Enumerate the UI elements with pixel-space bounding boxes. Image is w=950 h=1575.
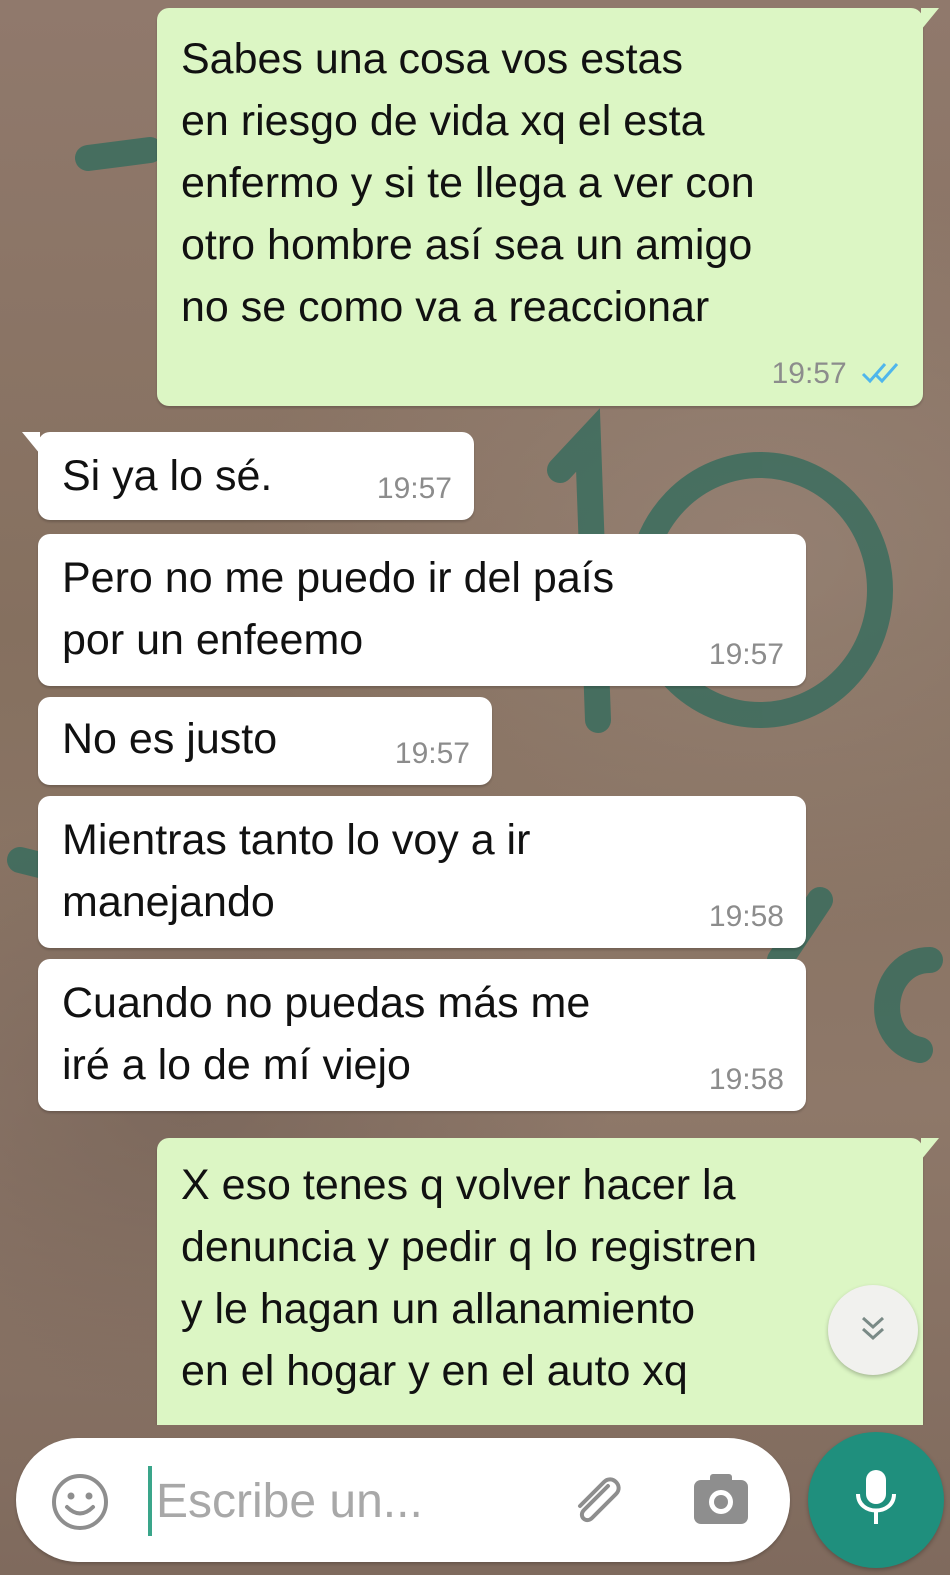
message-time: 19:57 <box>394 737 470 770</box>
message-bubble-incoming: No es justo 19:57 <box>38 697 492 785</box>
message-composer <box>16 1438 790 1562</box>
message-bubble-incoming: Si ya lo sé. 19:57 <box>22 432 474 520</box>
voice-message-button[interactable] <box>808 1432 944 1568</box>
message-time: 19:58 <box>708 1063 784 1096</box>
message-meta: 19:57 <box>772 357 901 392</box>
message-list[interactable]: Sabes una cosa vos estas en riesgo de vi… <box>0 0 950 1425</box>
camera-icon[interactable] <box>688 1468 754 1534</box>
message-time: 19:57 <box>708 638 784 671</box>
message-text: X eso tenes q volver hacer la denuncia y… <box>181 1161 758 1395</box>
emoji-icon[interactable] <box>50 1472 110 1532</box>
message-text: Mientras tanto lo voy a ir manejando <box>62 816 531 926</box>
message-text: Cuando no puedas más me iré a lo de mí v… <box>62 979 591 1089</box>
message-bubble-incoming: Mientras tanto lo voy a ir manejando 19:… <box>38 796 806 948</box>
message-bubble-incoming: Pero no me puedo ir del país por un enfe… <box>38 534 806 686</box>
message-time: 19:57 <box>771 356 847 390</box>
microphone-icon <box>850 1466 902 1535</box>
paperclip-icon[interactable] <box>564 1468 630 1534</box>
bubble-tail <box>921 1138 939 1160</box>
double-chevron-down-icon <box>853 1308 893 1353</box>
bubble-tail <box>921 8 939 30</box>
bubble-tail <box>22 432 40 454</box>
message-time: 19:58 <box>708 900 784 933</box>
message-bubble-outgoing: Sabes una cosa vos estas en riesgo de vi… <box>157 8 939 406</box>
message-text: Pero no me puedo ir del país por un enfe… <box>62 554 615 664</box>
message-text: Sabes una cosa vos estas en riesgo de vi… <box>181 35 755 331</box>
message-time: 19:57 <box>376 472 452 505</box>
message-bubble-incoming: Cuando no puedas más me iré a lo de mí v… <box>38 959 806 1111</box>
message-input[interactable] <box>156 1464 536 1538</box>
message-bubble-outgoing: X eso tenes q volver hacer la denuncia y… <box>157 1138 939 1425</box>
text-cursor <box>148 1466 152 1536</box>
double-check-read-icon <box>861 358 901 392</box>
scroll-to-bottom-button[interactable] <box>828 1285 918 1375</box>
